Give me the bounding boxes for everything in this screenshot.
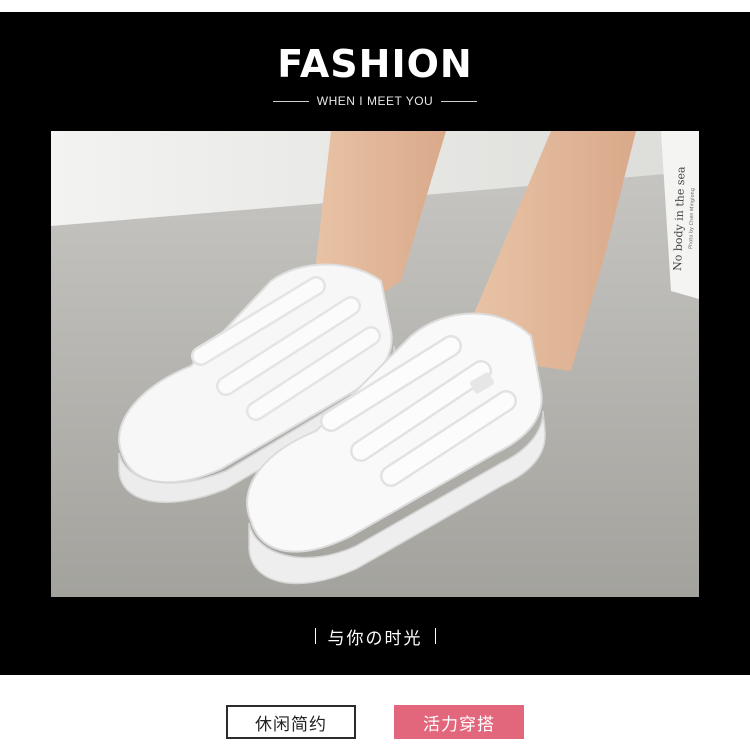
tag-casual: 休闲简约 [226, 705, 356, 739]
product-photo: No body in the sea Photo by Chen Minglon… [51, 131, 699, 597]
subtitle-divider-left [272, 100, 309, 102]
caption-row: 与你の时光 [0, 624, 750, 649]
caption-divider-left [314, 628, 316, 644]
caption-text: 与你の时光 [327, 628, 423, 649]
shoe-illustration: No body in the sea Photo by Chen Minglon… [51, 131, 699, 597]
style-tags: 休闲简约 活力穿搭 [0, 705, 750, 741]
caption-divider-right [434, 628, 436, 644]
page-title: FASHION [277, 42, 473, 86]
top-strip [0, 0, 750, 12]
page-subtitle: WHEN I MEET YOU [316, 94, 434, 108]
tag-vibrant: 活力穿搭 [394, 705, 524, 739]
subtitle-divider-right [441, 100, 478, 102]
subtitle-row: WHEN I MEET YOU [0, 93, 750, 109]
